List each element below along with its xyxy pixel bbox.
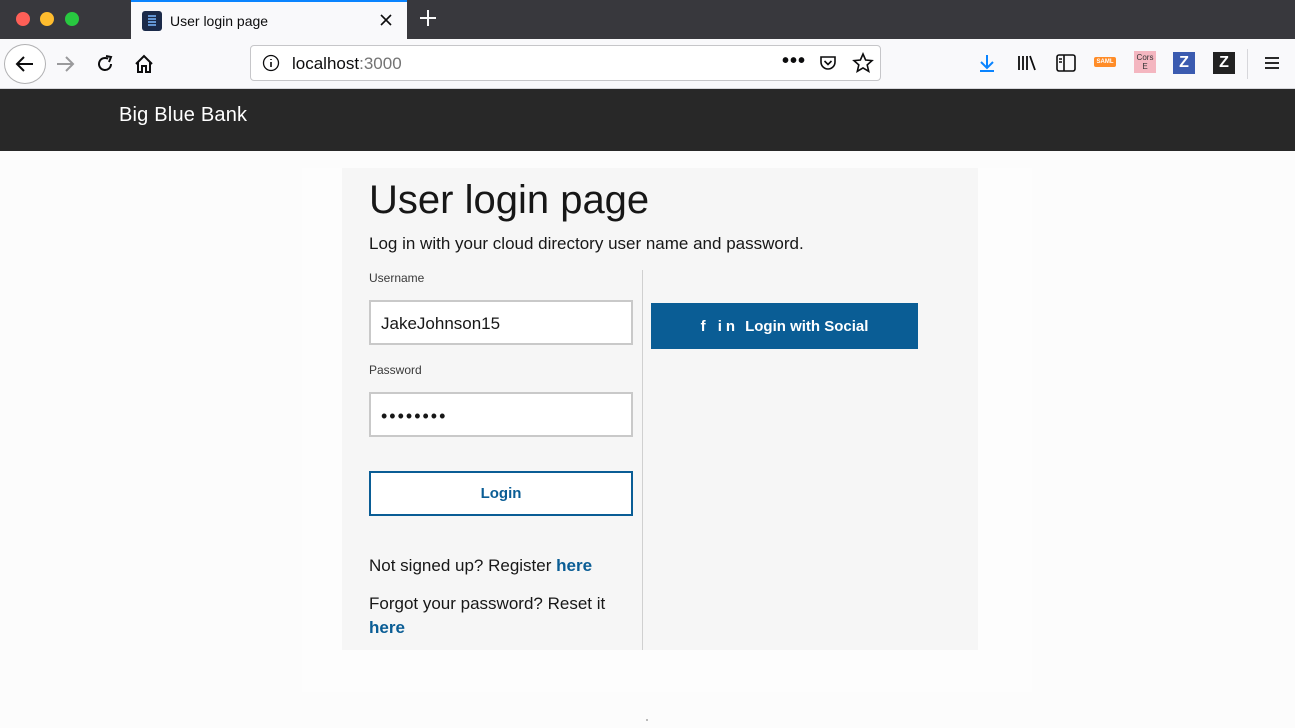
- saml-extension-icon[interactable]: SAML: [1094, 57, 1116, 67]
- reload-button[interactable]: [91, 50, 119, 78]
- close-window-button[interactable]: [16, 12, 30, 26]
- page-title: User login page: [369, 178, 650, 222]
- forward-arrow-icon: [57, 56, 75, 72]
- forgot-password-text: Forgot your password? Reset it: [369, 594, 606, 613]
- page-dot: [646, 719, 648, 721]
- back-arrow-icon: [15, 56, 33, 72]
- cors-label-line1: Cors: [1136, 53, 1154, 62]
- register-prefix-text: Not signed up? Register: [369, 556, 557, 575]
- pocket-icon[interactable]: [818, 53, 838, 73]
- url-host: localhost: [292, 54, 360, 73]
- page-actions-icon[interactable]: •••: [782, 50, 806, 73]
- maximize-window-button[interactable]: [65, 12, 79, 26]
- cors-label-line2: E: [1142, 62, 1148, 71]
- page-subtitle: Log in with your cloud directory user na…: [369, 234, 804, 253]
- url-port: :3000: [359, 54, 402, 73]
- forgot-password-line: here: [369, 618, 405, 638]
- new-tab-icon[interactable]: [418, 8, 438, 28]
- reload-icon: [98, 55, 113, 71]
- forward-button[interactable]: [51, 50, 79, 78]
- reset-password-link[interactable]: here: [369, 618, 405, 637]
- username-field[interactable]: JakeJohnson15: [369, 300, 633, 345]
- register-line: Not signed up? Register here: [369, 556, 592, 576]
- vertical-divider: [642, 270, 643, 650]
- back-button[interactable]: [4, 44, 46, 84]
- zotero-extension-icon[interactable]: Z: [1173, 52, 1195, 74]
- social-button-label: Login with Social: [745, 317, 869, 335]
- bookmark-star-icon[interactable]: [852, 52, 874, 74]
- hamburger-menu-icon[interactable]: [1261, 52, 1283, 74]
- library-icon[interactable]: [1016, 52, 1038, 74]
- login-button[interactable]: Login: [369, 471, 633, 516]
- z-extension-icon[interactable]: Z: [1213, 52, 1235, 74]
- facebook-linkedin-icon: f in: [700, 317, 740, 335]
- username-label: Username: [369, 271, 425, 285]
- browser-toolbar: localhost:3000 ••• SAML Cors E Z Z: [0, 39, 1295, 89]
- browser-tab-active[interactable]: User login page: [131, 0, 407, 39]
- address-bar[interactable]: localhost:3000 •••: [250, 45, 881, 81]
- toolbar-separator: [1247, 49, 1248, 79]
- register-link[interactable]: here: [556, 556, 592, 575]
- home-icon: [135, 54, 153, 73]
- login-with-social-button[interactable]: f in Login with Social: [651, 303, 918, 349]
- downloads-icon[interactable]: [976, 52, 998, 74]
- password-field[interactable]: ••••••••: [369, 392, 633, 437]
- app-header: Big Blue Bank: [0, 89, 1295, 151]
- site-info-icon[interactable]: [262, 54, 280, 72]
- site-favicon-icon: [142, 10, 162, 31]
- home-button[interactable]: [130, 50, 158, 78]
- cors-extension-icon[interactable]: Cors E: [1134, 51, 1156, 73]
- minimize-window-button[interactable]: [40, 12, 54, 26]
- tab-title: User login page: [170, 12, 269, 29]
- url-text[interactable]: localhost:3000: [292, 54, 402, 74]
- password-label: Password: [369, 363, 422, 377]
- close-tab-icon[interactable]: [377, 11, 395, 29]
- browser-tab-strip: User login page: [0, 0, 1295, 39]
- brand-name[interactable]: Big Blue Bank: [119, 104, 247, 127]
- sidebar-toggle-icon[interactable]: [1055, 52, 1077, 74]
